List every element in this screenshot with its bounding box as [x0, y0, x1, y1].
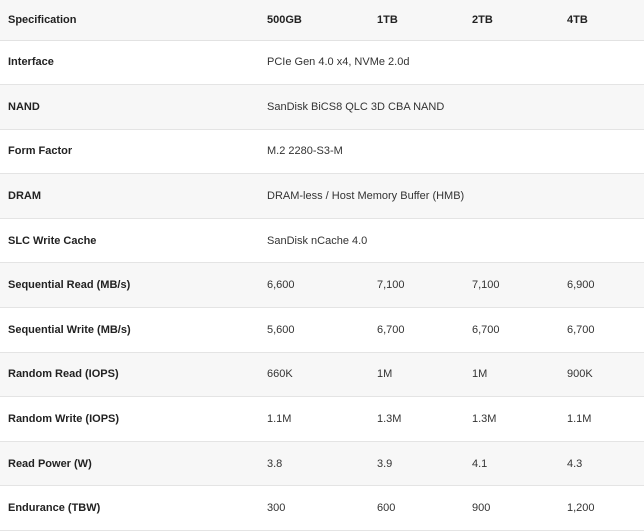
- cell-500gb: 6,600: [267, 279, 295, 292]
- table-header-row: Specification 500GB 1TB 2TB 4TB: [0, 0, 644, 41]
- table-row: Read Power (W) 3.8 3.9 4.1 4.3: [0, 441, 644, 486]
- row-label: Read Power (W): [8, 457, 92, 470]
- cell-4tb: 1,200: [567, 502, 595, 515]
- row-label: Sequential Write (MB/s): [8, 323, 131, 336]
- cell-1tb: 1.3M: [377, 413, 402, 426]
- cell-4tb: 1.1M: [567, 413, 592, 426]
- header-500gb: 500GB: [260, 0, 370, 41]
- row-label: SLC Write Cache: [8, 234, 97, 247]
- row-shared-value: PCIe Gen 4.0 x4, NVMe 2.0d: [267, 56, 410, 69]
- cell-500gb: 1.1M: [267, 413, 292, 426]
- header-specification: Specification: [0, 0, 260, 41]
- cell-1tb: 7,100: [377, 279, 405, 292]
- cell-2tb: 6,700: [472, 323, 500, 336]
- row-label: Form Factor: [8, 145, 73, 158]
- table-row: Interface PCIe Gen 4.0 x4, NVMe 2.0d: [0, 40, 644, 85]
- cell-2tb: 7,100: [472, 279, 500, 292]
- cell-500gb: 660K: [267, 368, 293, 381]
- cell-1tb: 3.9: [377, 457, 393, 470]
- cell-2tb: 4.1: [472, 457, 488, 470]
- row-label: NAND: [8, 100, 40, 113]
- table-row: NAND SanDisk BiCS8 QLC 3D CBA NAND: [0, 84, 644, 130]
- header-4tb: 4TB: [560, 0, 644, 41]
- table-row: DRAM DRAM-less / Host Memory Buffer (HMB…: [0, 173, 644, 219]
- cell-1tb: 6,700: [377, 323, 405, 336]
- cell-2tb: 1M: [472, 368, 488, 381]
- cell-1tb: 1M: [377, 368, 393, 381]
- cell-500gb: 3.8: [267, 457, 283, 470]
- row-label: Sequential Read (MB/s): [8, 279, 131, 292]
- row-shared-value: DRAM-less / Host Memory Buffer (HMB): [267, 190, 465, 203]
- cell-2tb: 900: [472, 502, 491, 515]
- table-row: Endurance (TBW) 300 600 900 1,200: [0, 485, 644, 531]
- row-label: Endurance (TBW): [8, 502, 101, 515]
- row-shared-value: SanDisk BiCS8 QLC 3D CBA NAND: [267, 100, 445, 113]
- cell-500gb: 5,600: [267, 323, 295, 336]
- row-shared-value: SanDisk nCache 4.0: [267, 234, 368, 247]
- row-label: DRAM: [8, 190, 41, 203]
- row-label: Random Read (IOPS): [8, 368, 119, 381]
- cell-2tb: 1.3M: [472, 413, 497, 426]
- row-label: Interface: [8, 56, 54, 69]
- cell-4tb: 6,700: [567, 323, 595, 336]
- cell-4tb: 4.3: [567, 457, 583, 470]
- table-row: Sequential Write (MB/s) 5,600 6,700 6,70…: [0, 307, 644, 353]
- cell-500gb: 300: [267, 502, 286, 515]
- table-row: Random Read (IOPS) 660K 1M 1M 900K: [0, 352, 644, 397]
- table-row: Sequential Read (MB/s) 6,600 7,100 7,100…: [0, 262, 644, 308]
- row-label: Random Write (IOPS): [8, 413, 120, 426]
- row-shared-value: M.2 2280-S3-M: [267, 145, 343, 158]
- cell-4tb: 6,900: [567, 279, 595, 292]
- spec-table: Specification 500GB 1TB 2TB 4TB Interfac…: [0, 0, 644, 531]
- table-row: SLC Write Cache SanDisk nCache 4.0: [0, 218, 644, 263]
- table-row: Random Write (IOPS) 1.1M 1.3M 1.3M 1.1M: [0, 396, 644, 442]
- cell-1tb: 600: [377, 502, 396, 515]
- header-1tb: 1TB: [370, 0, 465, 41]
- header-2tb: 2TB: [465, 0, 560, 41]
- table-row: Form Factor M.2 2280-S3-M: [0, 129, 644, 174]
- cell-4tb: 900K: [567, 368, 593, 381]
